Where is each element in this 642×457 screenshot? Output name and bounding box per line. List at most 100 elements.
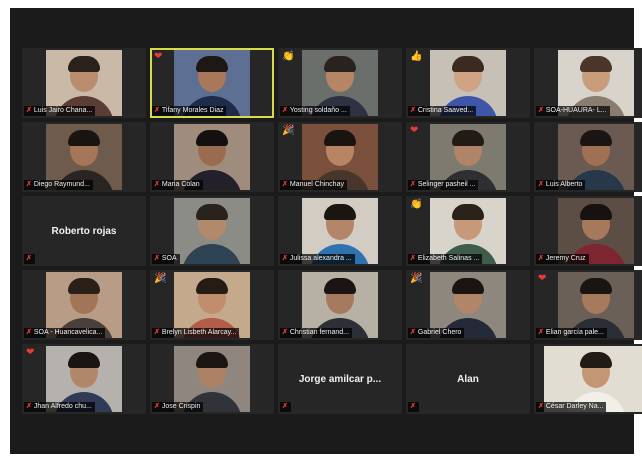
participant-tile[interactable]: ✗ Jose Crispin bbox=[150, 344, 274, 414]
mic-muted-icon: ✗ bbox=[282, 329, 288, 336]
participant-display-name: Alan bbox=[457, 374, 479, 385]
participant-tile[interactable]: ✗ Diego Raymund... bbox=[22, 122, 146, 192]
participant-avatar-hair bbox=[68, 352, 100, 368]
participant-tile[interactable]: ✗ SOA-HUAURA- L... bbox=[534, 48, 642, 118]
mic-muted-icon: ✗ bbox=[538, 107, 544, 114]
mic-muted-icon: ✗ bbox=[282, 403, 288, 410]
participant-tile[interactable]: ✗ Maria Colan bbox=[150, 122, 274, 192]
participant-avatar-hair bbox=[452, 278, 484, 294]
participant-tile[interactable]: ✗ Manuel Chinchay 🎉 bbox=[278, 122, 402, 192]
clap-reaction-icon: 👏 bbox=[410, 199, 423, 210]
participant-tile[interactable]: ✗ Yosting soldaño ... 👏 bbox=[278, 48, 402, 118]
gallery-grid: ✗ Luis Jairo Chana... ✗ Tifany Morales Diaz… bbox=[22, 48, 642, 428]
participant-name-label: Maria Colan bbox=[161, 181, 200, 188]
participant-name-bar: ✗ Brelyn Lisbeth Alarcay... bbox=[152, 328, 240, 338]
participant-tile[interactable]: ✗ Cristina Saaved... 👍 bbox=[406, 48, 530, 118]
participant-name-bar: ✗ Gabriel Chero bbox=[408, 328, 465, 338]
participant-name-bar: ✗ SOA - Huancavelica... bbox=[24, 328, 106, 338]
participant-name-bar: ✗ Selinger pasheil ... bbox=[408, 180, 479, 190]
participant-name-label: Brelyn Lisbeth Alarcay... bbox=[161, 329, 237, 336]
participant-tile[interactable]: ✗ SOA bbox=[150, 196, 274, 266]
participant-name-label: Elizabeth Salinas ... bbox=[417, 255, 480, 262]
mic-muted-icon: ✗ bbox=[410, 107, 416, 114]
participant-name-label: Selinger pasheil ... bbox=[417, 181, 476, 188]
mic-muted-icon: ✗ bbox=[154, 107, 160, 114]
participant-tile[interactable]: Alan ✗ bbox=[406, 344, 530, 414]
participant-avatar-hair bbox=[324, 130, 356, 146]
mic-muted-icon: ✗ bbox=[538, 255, 544, 262]
participant-tile[interactable]: ✗ Jhan Alfredo chu... ❤ bbox=[22, 344, 146, 414]
participant-name-label: Elian garcía pale... bbox=[545, 329, 604, 336]
thumb-reaction-icon: 👍 bbox=[410, 51, 423, 62]
participant-name-label: Jeremy Cruz bbox=[545, 255, 586, 262]
participant-avatar-hair bbox=[196, 352, 228, 368]
mic-muted-icon: ✗ bbox=[154, 329, 160, 336]
mic-muted-icon: ✗ bbox=[538, 403, 544, 410]
mic-muted-icon: ✗ bbox=[410, 329, 416, 336]
participant-name-label: Cristina Saaved... bbox=[417, 107, 474, 114]
mic-muted-icon: ✗ bbox=[282, 181, 288, 188]
participant-name-label: Tifany Morales Diaz bbox=[161, 107, 224, 114]
mic-muted-icon: ✗ bbox=[26, 107, 32, 114]
participant-name-label: Manuel Chinchay bbox=[289, 181, 344, 188]
participant-name-bar: ✗ Yosting soldaño ... bbox=[280, 106, 350, 116]
mic-muted-icon: ✗ bbox=[26, 329, 32, 336]
participant-avatar-hair bbox=[196, 56, 228, 72]
participant-name-label: Luis Alberto bbox=[545, 181, 583, 188]
party-reaction-icon: 🎉 bbox=[154, 273, 167, 284]
party-reaction-icon: 🎉 bbox=[410, 273, 423, 284]
participant-tile[interactable]: ✗ Luis Jairo Chana... bbox=[22, 48, 146, 118]
mic-muted-icon: ✗ bbox=[154, 255, 160, 262]
meeting-window: ✗ Luis Jairo Chana... ✗ Tifany Morales Diaz… bbox=[10, 8, 642, 454]
participant-tile[interactable]: ✗ César Darley Na... bbox=[534, 344, 642, 414]
participant-avatar-hair bbox=[580, 278, 612, 294]
participant-display-name: Jorge amilcar p... bbox=[298, 374, 382, 385]
mic-muted-icon: ✗ bbox=[410, 181, 416, 188]
participant-avatar-hair bbox=[324, 204, 356, 220]
participant-tile[interactable]: Jorge amilcar p... ✗ bbox=[278, 344, 402, 414]
mic-muted-icon: ✗ bbox=[538, 329, 544, 336]
participant-tile[interactable]: Roberto rojas ✗ bbox=[22, 196, 146, 266]
participant-avatar-hair bbox=[580, 204, 612, 220]
participant-tile[interactable]: ✗ Christian fernand... bbox=[278, 270, 402, 340]
participant-name-bar: ✗ Diego Raymund... bbox=[24, 180, 93, 190]
participant-name-bar: ✗ Cristina Saaved... bbox=[408, 106, 477, 116]
participant-name-label: Julissa alexandra ... bbox=[289, 255, 352, 262]
participant-avatar-hair bbox=[452, 204, 484, 220]
participant-tile[interactable]: ✗ Jeremy Cruz bbox=[534, 196, 642, 266]
participant-name-label: Luis Jairo Chana... bbox=[33, 107, 93, 114]
participant-avatar-hair bbox=[324, 278, 356, 294]
participant-tile[interactable]: ✗ Gabriel Chero 🎉 bbox=[406, 270, 530, 340]
participant-name-bar: ✗ Luis Alberto bbox=[536, 180, 586, 190]
heart-reaction-icon: ❤ bbox=[154, 51, 163, 62]
mic-muted-icon: ✗ bbox=[282, 107, 288, 114]
participant-avatar-hair bbox=[580, 352, 612, 368]
participant-avatar-hair bbox=[196, 130, 228, 146]
heart-reaction-icon: ❤ bbox=[26, 347, 35, 358]
participant-tile[interactable]: ✗ Luis Alberto bbox=[534, 122, 642, 192]
participant-name-label: César Darley Na... bbox=[545, 403, 604, 410]
participant-name-label: Jhan Alfredo chu... bbox=[33, 403, 92, 410]
participant-name-bar: ✗ SOA bbox=[152, 254, 180, 264]
participant-avatar-hair bbox=[68, 130, 100, 146]
participant-name-label: SOA-HUAURA- L... bbox=[545, 107, 607, 114]
participant-tile[interactable]: ✗ Tifany Morales Diaz ❤ bbox=[150, 48, 274, 118]
participant-avatar-hair bbox=[580, 56, 612, 72]
clap-reaction-icon: 👏 bbox=[282, 51, 295, 62]
participant-tile[interactable]: ✗ Brelyn Lisbeth Alarcay... 🎉 bbox=[150, 270, 274, 340]
participant-avatar-hair bbox=[196, 204, 228, 220]
participant-name-label: Christian fernand... bbox=[289, 329, 350, 336]
participant-tile[interactable]: ✗ Julissa alexandra ... bbox=[278, 196, 402, 266]
participant-name-label: SOA - Huancavelica... bbox=[33, 329, 103, 336]
mic-muted-icon: ✗ bbox=[538, 181, 544, 188]
mic-muted-icon: ✗ bbox=[154, 181, 160, 188]
participant-name-label: Gabriel Chero bbox=[417, 329, 462, 336]
participant-name-bar: ✗ Luis Jairo Chana... bbox=[24, 106, 96, 116]
participant-tile[interactable]: ✗ SOA - Huancavelica... bbox=[22, 270, 146, 340]
mic-muted-icon: ✗ bbox=[26, 181, 32, 188]
participant-tile[interactable]: ✗ Selinger pasheil ... ❤ bbox=[406, 122, 530, 192]
participant-name-bar: ✗ Jeremy Cruz bbox=[536, 254, 589, 264]
participant-avatar-body bbox=[182, 244, 242, 264]
participant-tile[interactable]: ✗ Elizabeth Salinas ... 👏 bbox=[406, 196, 530, 266]
participant-tile[interactable]: ✗ Elian garcía pale... ❤ bbox=[534, 270, 642, 340]
